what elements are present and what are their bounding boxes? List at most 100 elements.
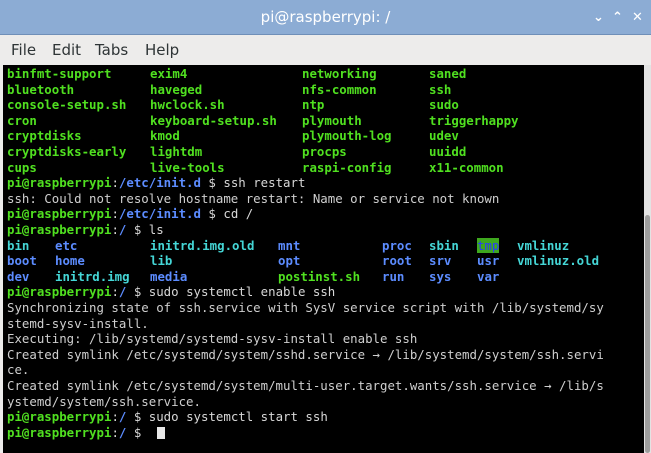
listing-entry: triggerhappy [429, 112, 519, 128]
listing-entry: kmod [150, 128, 180, 144]
listing-entry: procps [302, 144, 347, 159]
ls-entry: usr [477, 253, 500, 269]
close-icon[interactable]: ✕ [629, 9, 646, 26]
scrollbar-thumb[interactable] [645, 215, 650, 453]
listing-entry: x11-common [429, 159, 504, 175]
listing-row: bluetooth haveged nfs-common ssh [7, 82, 451, 98]
listing-entry: cryptdisks-early [7, 144, 127, 159]
ls-entry: vmlinuz.old [517, 253, 600, 269]
menu-edit[interactable]: Edit [52, 35, 81, 65]
listing-entry: ssh [429, 81, 452, 97]
ls-entry: initrd.img.old [150, 237, 255, 253]
ls-entry: etc [55, 237, 78, 253]
ls-entry: root [382, 253, 412, 269]
ls-entry: proc [382, 237, 412, 253]
output-line: stemd-sysv-install. [7, 315, 149, 331]
menu-tabs[interactable]: Tabs [95, 35, 128, 65]
text-cursor [157, 426, 165, 439]
maximize-icon[interactable]: ⌃ [609, 9, 626, 26]
listing-entry: udev [429, 128, 459, 144]
prompt-user: pi@raspberrypi [7, 206, 112, 222]
ls-entry: lib [150, 253, 173, 269]
output-line: Created symlink /etc/systemd/system/mult… [7, 378, 604, 393]
listing-entry: plymouth-log [302, 128, 392, 144]
listing-entry: exim4 [150, 66, 188, 81]
listing-entry: uuidd [429, 144, 467, 159]
listing-entry: raspi-config [302, 159, 392, 175]
prompt-line: pi@raspberrypi:/etc/init.d $ ssh restart [7, 175, 306, 191]
command-text: ssh restart [223, 175, 306, 191]
command-text: sudo systemctl start ssh [148, 409, 328, 425]
ls-entry: media [150, 268, 188, 284]
output-line: Created symlink /etc/systemd/system/sshd… [7, 346, 604, 362]
ls-entry: sbin [429, 237, 459, 253]
prompt-path: /etc/init.d [118, 206, 201, 222]
prompt-line: pi@raspberrypi:/ $ ls [7, 222, 164, 237]
listing-entry: ntp [302, 97, 325, 113]
prompt-line: pi@raspberrypi:/etc/init.d $ cd / [7, 206, 254, 222]
output-line: ystemd/system/ssh.service. [7, 393, 201, 409]
ls-entry: mnt [278, 237, 301, 253]
ls-entry: initrd.img [55, 268, 130, 284]
prompt-user: pi@raspberrypi [7, 409, 112, 425]
listing-entry: keyboard-setup.sh [150, 112, 277, 128]
listing-entry: binfmt-support [7, 66, 112, 81]
listing-row: binfmt-support exim4 networking saned [7, 66, 466, 82]
ls-entry: sys [429, 268, 452, 284]
listing-entry: bluetooth [7, 81, 75, 97]
output-line: ssh: Could not resolve hostname restart:… [7, 190, 500, 206]
ls-entry: var [477, 268, 500, 284]
listing-entry: live-tools [150, 159, 225, 175]
title-bar[interactable]: pi@raspberrypi: / ⌄ ⌃ ✕ [0, 0, 651, 35]
command-text: sudo systemctl enable ssh [148, 284, 336, 300]
prompt-user: pi@raspberrypi [7, 222, 112, 237]
listing-entry: cups [7, 159, 37, 175]
listing-entry: lightdm [150, 144, 203, 159]
terminal-output[interactable]: binfmt-support exim4 networking saned bl… [3, 65, 644, 453]
ls-entry: boot [7, 253, 37, 269]
output-line: ce. [7, 362, 30, 378]
vertical-scrollbar[interactable] [644, 65, 651, 453]
prompt-user: pi@raspberrypi [7, 175, 112, 191]
ls-entry: srv [429, 253, 452, 269]
listing-entry: plymouth [302, 112, 362, 128]
command-text: ls [148, 222, 164, 237]
ls-entry: vmlinuz [517, 237, 570, 253]
listing-row: console-setup.sh hwclock.sh ntp sudo [7, 97, 459, 113]
listing-entry: sudo [429, 97, 459, 113]
ls-entry-highlighted: tmp [477, 237, 500, 254]
listing-entry: networking [302, 66, 377, 81]
command-text: cd / [223, 206, 254, 222]
ls-entry: postinst.sh [278, 268, 361, 284]
window-title: pi@raspberrypi: / [260, 8, 391, 26]
minimize-icon[interactable]: ⌄ [590, 9, 607, 26]
output-line: Synchronizing state of ssh.service with … [7, 300, 604, 315]
menu-help[interactable]: Help [145, 35, 179, 65]
menu-file[interactable]: File [11, 35, 36, 65]
ls-row: boot home lib opt root srv usr vmlinuz.o… [7, 253, 599, 269]
ls-entry: opt [278, 253, 301, 269]
ls-entry: home [55, 253, 85, 269]
listing-entry: hwclock.sh [150, 97, 225, 113]
listing-row: cron keyboard-setup.sh plymouth triggerh… [7, 112, 519, 129]
menu-bar: File Edit Tabs Help [0, 35, 651, 65]
listing-row: cryptdisks-early lightdm procps uuidd [7, 144, 466, 160]
listing-entry: console-setup.sh [7, 97, 127, 113]
ls-entry: run [382, 268, 405, 284]
ls-entry: dev [7, 268, 30, 284]
ls-row: dev initrd.img media postinst.sh run sys… [7, 268, 499, 285]
current-prompt-line[interactable]: pi@raspberrypi:/ $ [7, 425, 607, 441]
output-line: Executing: /lib/systemd/systemd-sysv-ins… [7, 331, 418, 347]
listing-entry: cryptdisks [7, 128, 82, 144]
prompt-line: pi@raspberrypi:/ $ sudo systemctl enable… [7, 284, 336, 300]
ls-row: bin etc initrd.img.old mnt proc sbin tmp… [7, 237, 569, 254]
listing-entry: cron [7, 112, 37, 128]
ls-entry: bin [7, 237, 30, 253]
listing-row: cups live-tools raspi-config x11-common [7, 159, 504, 176]
prompt-user: pi@raspberrypi [7, 424, 112, 440]
prompt-path: /etc/init.d [118, 175, 201, 191]
listing-entry: nfs-common [302, 81, 377, 97]
listing-entry: saned [429, 66, 467, 81]
prompt-line: pi@raspberrypi:/ $ sudo systemctl start … [7, 409, 328, 425]
listing-row: cryptdisks kmod plymouth-log udev [7, 128, 459, 144]
